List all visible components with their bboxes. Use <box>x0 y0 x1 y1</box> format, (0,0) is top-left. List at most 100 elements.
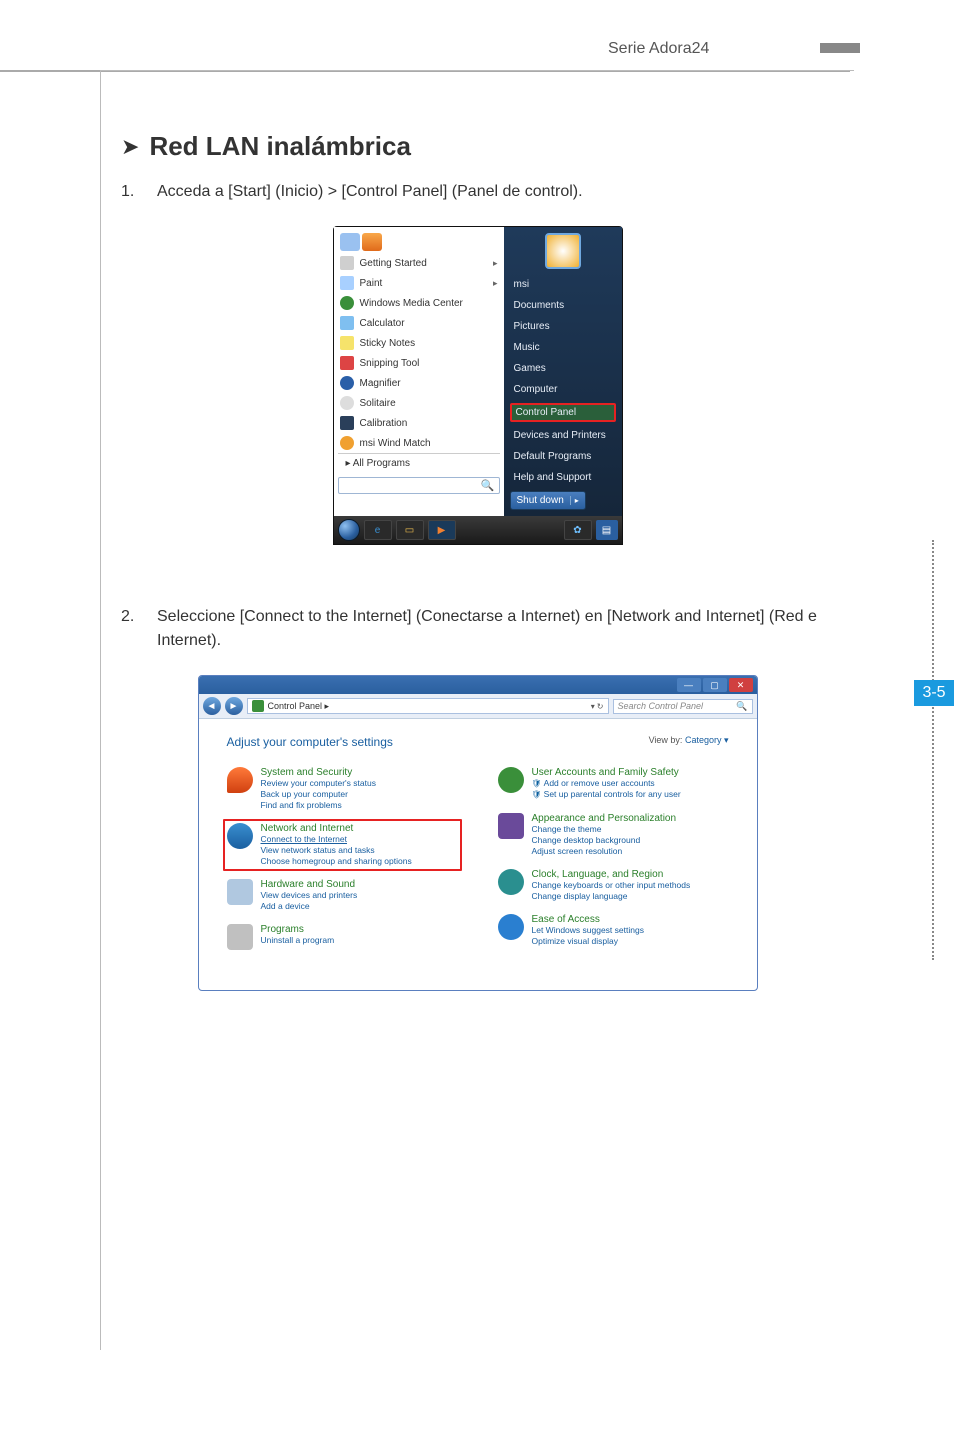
window-maximize-button[interactable]: ▢ <box>703 678 727 692</box>
cp-link[interactable]: Add or remove user accounts <box>532 778 681 789</box>
program-snipping-tool[interactable]: Snipping Tool <box>338 353 500 373</box>
menu-computer[interactable]: Computer <box>510 382 616 397</box>
appearance-icon <box>498 813 524 839</box>
program-magnifier[interactable]: Magnifier <box>338 373 500 393</box>
chevron-right-icon[interactable]: ▸ <box>570 496 579 505</box>
cp-link-connect-internet[interactable]: Connect to the Internet <box>261 834 412 845</box>
menu-music[interactable]: Music <box>510 340 616 355</box>
cp-link[interactable]: Find and fix problems <box>261 800 376 811</box>
cp-category-title[interactable]: Network and Internet <box>261 823 412 834</box>
program-paint[interactable]: Paint▸ <box>338 273 500 293</box>
cp-category-title[interactable]: User Accounts and Family Safety <box>532 767 681 778</box>
control-panel-screenshot: — ▢ ✕ ◄ ► Control Panel ▸ ▾↻ Search Cont… <box>121 675 834 991</box>
menu-control-panel[interactable]: Control Panel <box>510 403 616 422</box>
program-wind-match[interactable]: msi Wind Match <box>338 433 500 453</box>
search-box[interactable]: Search Control Panel 🔍 <box>613 699 753 714</box>
shutdown-button[interactable]: Shut down▸ <box>510 491 586 510</box>
window-minimize-button[interactable]: — <box>677 678 701 692</box>
cp-link[interactable]: Change the theme <box>532 824 677 835</box>
cp-link[interactable]: Back up your computer <box>261 789 376 800</box>
program-solitaire[interactable]: Solitaire <box>338 393 500 413</box>
cp-link[interactable]: View network status and tasks <box>261 845 412 856</box>
menu-documents[interactable]: Documents <box>510 298 616 313</box>
cp-link[interactable]: Change display language <box>532 891 691 902</box>
window-close-button[interactable]: ✕ <box>729 678 753 692</box>
start-search-input[interactable] <box>343 480 481 491</box>
start-orb-icon[interactable] <box>338 519 360 541</box>
nav-back-button[interactable]: ◄ <box>203 697 221 715</box>
cp-category-title[interactable]: System and Security <box>261 767 376 778</box>
clock-language-icon <box>498 869 524 895</box>
program-wmc[interactable]: Windows Media Center <box>338 293 500 313</box>
cp-hardware-sound[interactable]: Hardware and Sound View devices and prin… <box>227 879 458 912</box>
cp-user-accounts[interactable]: User Accounts and Family Safety Add or r… <box>498 767 729 801</box>
view-by-label: View by: <box>649 735 683 745</box>
cp-category-title[interactable]: Appearance and Personalization <box>532 813 677 824</box>
program-sticky-notes[interactable]: Sticky Notes <box>338 333 500 353</box>
network-internet-icon <box>227 823 253 849</box>
step-1: 1. Acceda a [Start] (Inicio) > [Control … <box>121 180 834 204</box>
cp-link[interactable]: Change keyboards or other input methods <box>532 880 691 891</box>
breadcrumb[interactable]: Control Panel ▸ <box>268 701 330 712</box>
menu-default-programs[interactable]: Default Programs <box>510 449 616 464</box>
refresh-icon[interactable]: ↻ <box>597 702 604 711</box>
program-calibration[interactable]: Calibration <box>338 413 500 433</box>
control-panel-icon <box>252 700 264 712</box>
cp-category-title[interactable]: Clock, Language, and Region <box>532 869 691 880</box>
doc-header-bar <box>820 43 860 53</box>
program-getting-started[interactable]: Getting Started▸ <box>338 253 500 273</box>
cp-category-title[interactable]: Hardware and Sound <box>261 879 358 890</box>
cp-link[interactable]: Adjust screen resolution <box>532 846 677 857</box>
cp-category-title[interactable]: Programs <box>261 924 335 935</box>
chevron-down-icon[interactable]: ▾ <box>591 702 595 711</box>
cp-link[interactable]: Set up parental controls for any user <box>532 789 681 800</box>
cp-link[interactable]: Optimize visual display <box>532 936 644 947</box>
cp-programs[interactable]: Programs Uninstall a program <box>227 924 458 950</box>
taskbar-ie-icon[interactable]: e <box>364 520 392 540</box>
page-dotted-line <box>932 540 934 960</box>
cp-link[interactable]: Choose homegroup and sharing options <box>261 856 412 867</box>
content-frame: ➤ Red LAN inalámbrica 1. Acceda a [Start… <box>100 70 854 1350</box>
cp-link[interactable]: Review your computer's status <box>261 778 376 789</box>
cp-ease-of-access[interactable]: Ease of Access Let Windows suggest setti… <box>498 914 729 947</box>
pinned-app-icon[interactable] <box>362 233 382 251</box>
menu-pictures[interactable]: Pictures <box>510 319 616 334</box>
menu-devices-printers[interactable]: Devices and Printers <box>510 428 616 443</box>
program-label: Sticky Notes <box>360 338 416 349</box>
search-icon: 🔍 <box>736 701 747 712</box>
nav-forward-button[interactable]: ► <box>225 697 243 715</box>
taskbar-tray-icon[interactable]: ▤ <box>596 520 618 540</box>
cp-link[interactable]: Let Windows suggest settings <box>532 925 644 936</box>
cp-appearance[interactable]: Appearance and Personalization Change th… <box>498 813 729 857</box>
hardware-sound-icon <box>227 879 253 905</box>
view-by-value[interactable]: Category ▾ <box>685 735 729 745</box>
taskbar-wmp-icon[interactable]: ▶ <box>428 520 456 540</box>
ease-of-access-icon <box>498 914 524 940</box>
program-calculator[interactable]: Calculator <box>338 313 500 333</box>
cp-system-security[interactable]: System and Security Review your computer… <box>227 767 458 811</box>
address-bar[interactable]: Control Panel ▸ ▾↻ <box>247 698 609 714</box>
cp-link[interactable]: Change desktop background <box>532 835 677 846</box>
all-programs-button[interactable]: ▸ All Programs <box>338 453 500 473</box>
view-by-selector[interactable]: View by: Category ▾ <box>649 735 729 746</box>
menu-games[interactable]: Games <box>510 361 616 376</box>
menu-help-support[interactable]: Help and Support <box>510 470 616 485</box>
chevron-right-icon: ➤ <box>121 134 139 160</box>
step-text: Seleccione [Connect to the Internet] (Co… <box>157 605 834 653</box>
program-label: Snipping Tool <box>360 358 420 369</box>
user-avatar[interactable] <box>545 233 581 269</box>
cp-link[interactable]: Add a device <box>261 901 358 912</box>
step-number: 1. <box>121 180 139 204</box>
user-name-label[interactable]: msi <box>510 277 616 292</box>
start-search-box[interactable]: 🔍 <box>338 477 500 494</box>
taskbar-explorer-icon[interactable]: ▭ <box>396 520 424 540</box>
taskbar-tray-icon[interactable]: ✿ <box>564 520 592 540</box>
search-icon: 🔍 <box>481 479 495 492</box>
cp-link[interactable]: View devices and printers <box>261 890 358 901</box>
cp-category-title[interactable]: Ease of Access <box>532 914 644 925</box>
cp-link[interactable]: Uninstall a program <box>261 935 335 946</box>
pinned-app-icon[interactable] <box>340 233 360 251</box>
cp-network-internet[interactable]: Network and Internet Connect to the Inte… <box>223 819 462 871</box>
search-placeholder: Search Control Panel <box>618 701 704 711</box>
cp-clock-language[interactable]: Clock, Language, and Region Change keybo… <box>498 869 729 902</box>
